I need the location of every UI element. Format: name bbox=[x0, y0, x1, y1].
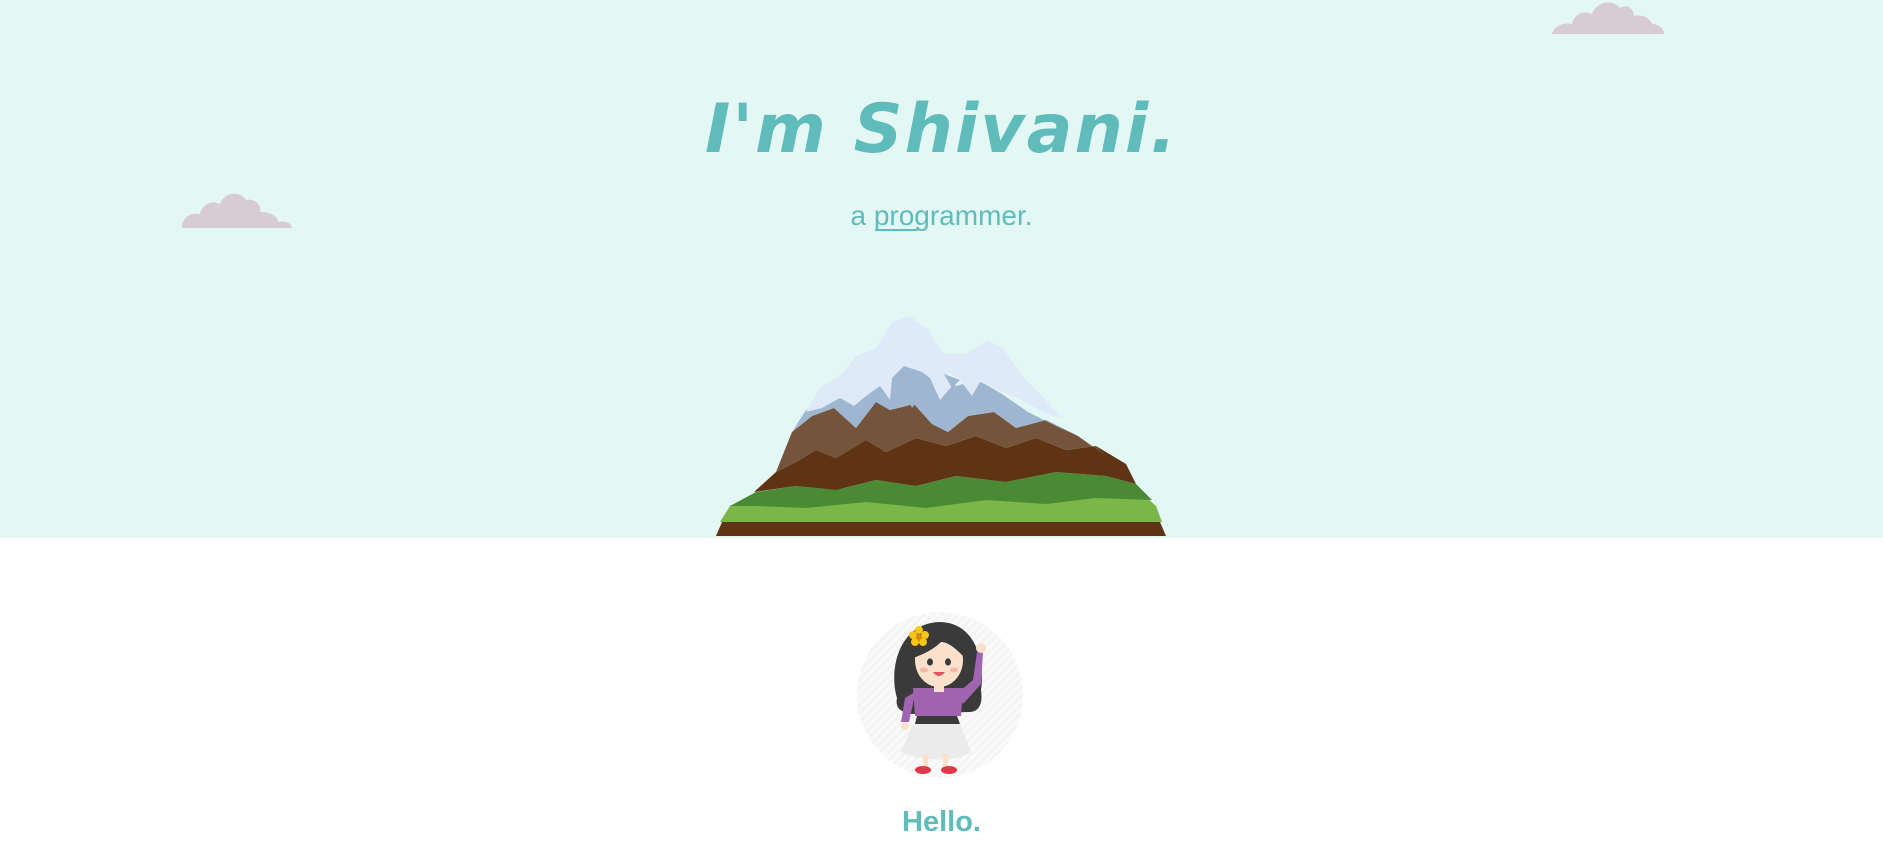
hero-section: I'm Shivani. a programmer. bbox=[0, 0, 1883, 538]
cloud-icon bbox=[1552, 2, 1664, 34]
subtitle-prefix: a bbox=[850, 200, 874, 231]
mountain-illustration bbox=[716, 316, 1166, 536]
hero-subtitle: a programmer. bbox=[0, 200, 1883, 232]
typed-role-text: programmer. bbox=[874, 200, 1033, 232]
section-greeting: Hello. bbox=[902, 806, 981, 838]
page: I'm Shivani. a programmer. Hello. bbox=[0, 0, 1883, 851]
hero-title: I'm Shivani. bbox=[704, 90, 1179, 169]
avatar bbox=[857, 612, 1023, 778]
typing-cursor bbox=[874, 229, 918, 231]
girl-waving-avatar bbox=[894, 622, 986, 774]
subtitle-role: programmer. bbox=[873, 200, 1033, 231]
